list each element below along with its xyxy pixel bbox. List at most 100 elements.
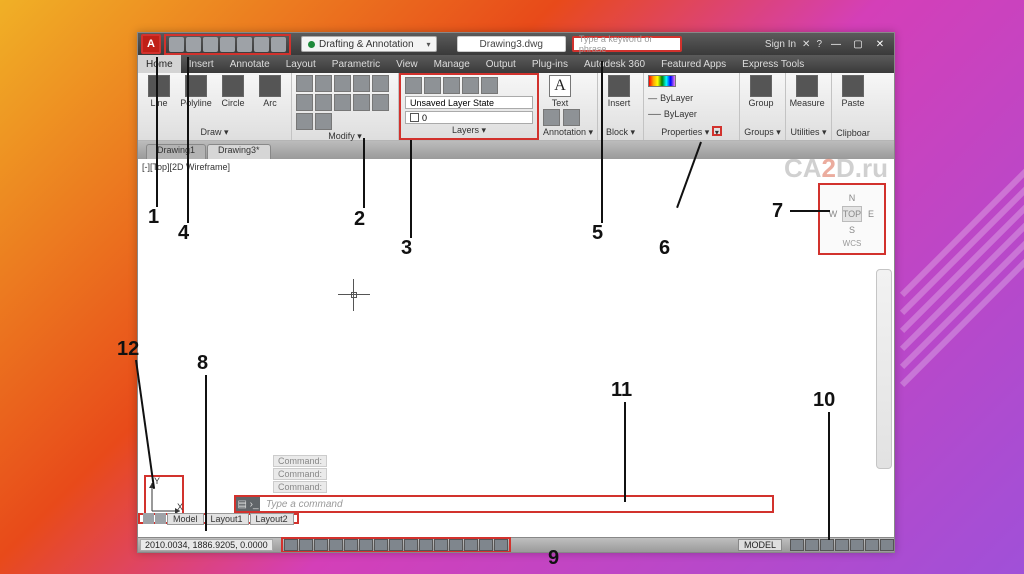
toggle-hw[interactable]: [850, 539, 864, 551]
info-search-input[interactable]: Type a keyword or phrase: [572, 36, 682, 52]
toggle-lwt[interactable]: [434, 539, 448, 551]
tool-trim[interactable]: [334, 75, 351, 92]
commandline-handle-icon[interactable]: ▤ ›_: [236, 497, 260, 511]
color-swatch[interactable]: [648, 75, 676, 87]
drawing-canvas[interactable]: [-][Top][2D Wireframe] CA2D.ru N WTOPE S…: [138, 159, 894, 537]
layouttab-2[interactable]: Layout2: [250, 513, 294, 525]
panel-groups-title[interactable]: Groups ▾: [744, 127, 781, 138]
tab-insert[interactable]: Insert: [181, 55, 222, 73]
layouttab-scroll-right[interactable]: [155, 513, 166, 524]
toggle-sc[interactable]: [479, 539, 493, 551]
tool-measure[interactable]: Measure: [790, 75, 824, 108]
panel-properties-title[interactable]: Properties ▾ ▾: [648, 126, 735, 138]
tool-dim[interactable]: [543, 109, 560, 126]
qat-redo-icon[interactable]: [271, 37, 286, 52]
layer-off-icon[interactable]: [424, 77, 441, 94]
tool-table[interactable]: [563, 109, 580, 126]
panel-annotation-title[interactable]: Annotation ▾: [543, 127, 593, 138]
signin-button[interactable]: Sign In: [765, 39, 796, 50]
panel-clipboard-title[interactable]: Clipboar: [836, 128, 870, 138]
layouttab-1[interactable]: Layout1: [205, 513, 249, 525]
layouttab-model[interactable]: Model: [167, 513, 204, 525]
properties-dialog-launcher[interactable]: ▾: [712, 126, 722, 136]
layer-current-dropdown[interactable]: 0: [405, 111, 533, 124]
toggle-otrack[interactable]: [389, 539, 403, 551]
toggle-3dosnap[interactable]: [374, 539, 388, 551]
tool-fillet[interactable]: [315, 94, 332, 111]
qat-plot-icon[interactable]: [237, 37, 252, 52]
layer-more-icon[interactable]: [481, 77, 498, 94]
tool-group[interactable]: Group: [744, 75, 778, 108]
tab-a360[interactable]: Autodesk 360: [576, 55, 653, 73]
tool-text[interactable]: AText: [543, 75, 577, 108]
command-line[interactable]: ▤ ›_ Type a command: [234, 495, 774, 513]
tab-layout[interactable]: Layout: [278, 55, 324, 73]
qat-undo-icon[interactable]: [254, 37, 269, 52]
toggle-am[interactable]: [494, 539, 508, 551]
tab-annotate[interactable]: Annotate: [222, 55, 278, 73]
lineweight-dd[interactable]: ByLayer: [660, 93, 693, 103]
close-icon[interactable]: ✕: [872, 39, 888, 50]
qat-new-icon[interactable]: [169, 37, 184, 52]
tab-express[interactable]: Express Tools: [734, 55, 812, 73]
tool-polyline[interactable]: Polyline: [179, 75, 213, 108]
tool-offset[interactable]: [315, 113, 332, 130]
tool-explode[interactable]: [334, 94, 351, 111]
toggle-grid2[interactable]: [790, 539, 804, 551]
layer-prop-icon[interactable]: [405, 77, 422, 94]
navigation-bar[interactable]: [876, 269, 892, 469]
tool-rotate[interactable]: [315, 75, 332, 92]
maximize-icon[interactable]: ▢: [850, 39, 866, 50]
viewcube-wcs[interactable]: WCS: [843, 239, 862, 248]
toggle-ducs[interactable]: [404, 539, 418, 551]
modelspace-button[interactable]: MODEL: [738, 539, 782, 551]
tab-output[interactable]: Output: [478, 55, 524, 73]
toggle-osnap[interactable]: [359, 539, 373, 551]
help-icon[interactable]: ?: [816, 39, 822, 50]
toggle-dyn[interactable]: [419, 539, 433, 551]
panel-utilities-title[interactable]: Utilities ▾: [790, 127, 827, 138]
panel-draw-title[interactable]: Draw ▾: [142, 127, 287, 138]
panel-layers-title[interactable]: Layers ▾: [405, 125, 533, 136]
viewport-controls[interactable]: [-][Top][2D Wireframe]: [142, 162, 230, 172]
tab-plugins[interactable]: Plug-ins: [524, 55, 576, 73]
tool-circle[interactable]: Circle: [216, 75, 250, 108]
file-tab-drawing1[interactable]: Drawing1: [146, 144, 206, 159]
layer-state-dropdown[interactable]: Unsaved Layer State: [405, 96, 533, 109]
layouttab-scroll-left[interactable]: [143, 513, 154, 524]
layer-lock-icon[interactable]: [462, 77, 479, 94]
qat-save-icon[interactable]: [203, 37, 218, 52]
tab-home[interactable]: Home: [138, 55, 181, 73]
tool-paste[interactable]: Paste: [836, 75, 870, 108]
tool-scale[interactable]: [372, 94, 389, 111]
tool-array[interactable]: [296, 113, 313, 130]
tool-arc[interactable]: Arc: [253, 75, 287, 108]
linetype-dd[interactable]: ByLayer: [664, 109, 697, 119]
tool-mirror[interactable]: [296, 94, 313, 111]
toggle-ws[interactable]: [835, 539, 849, 551]
toggle-qp[interactable]: [464, 539, 478, 551]
tool-line[interactable]: Line: [142, 75, 176, 108]
tool-stretch[interactable]: [353, 94, 370, 111]
toggle-snap[interactable]: [299, 539, 313, 551]
tab-view[interactable]: View: [388, 55, 426, 73]
toggle-ortho[interactable]: [329, 539, 343, 551]
tool-erase[interactable]: [353, 75, 370, 92]
quick-access-toolbar[interactable]: [164, 34, 291, 55]
qat-open-icon[interactable]: [186, 37, 201, 52]
view-cube[interactable]: N WTOPE S WCS: [818, 183, 886, 255]
coordinate-display[interactable]: 2010.0034, 1886.9205, 0.0000: [140, 539, 273, 551]
toggle-polar[interactable]: [344, 539, 358, 551]
app-menu-icon[interactable]: A: [141, 34, 161, 54]
toggle-annoscale[interactable]: [805, 539, 819, 551]
minimize-icon[interactable]: —: [828, 39, 844, 50]
tab-parametric[interactable]: Parametric: [324, 55, 388, 73]
tab-manage[interactable]: Manage: [426, 55, 478, 73]
layer-freeze-icon[interactable]: [443, 77, 460, 94]
toggle-clean[interactable]: [880, 539, 894, 551]
toggle-iso[interactable]: [865, 539, 879, 551]
tool-move[interactable]: [296, 75, 313, 92]
toggle-infer[interactable]: [284, 539, 298, 551]
toggle-grid[interactable]: [314, 539, 328, 551]
exchange-icon[interactable]: ✕: [802, 39, 810, 50]
